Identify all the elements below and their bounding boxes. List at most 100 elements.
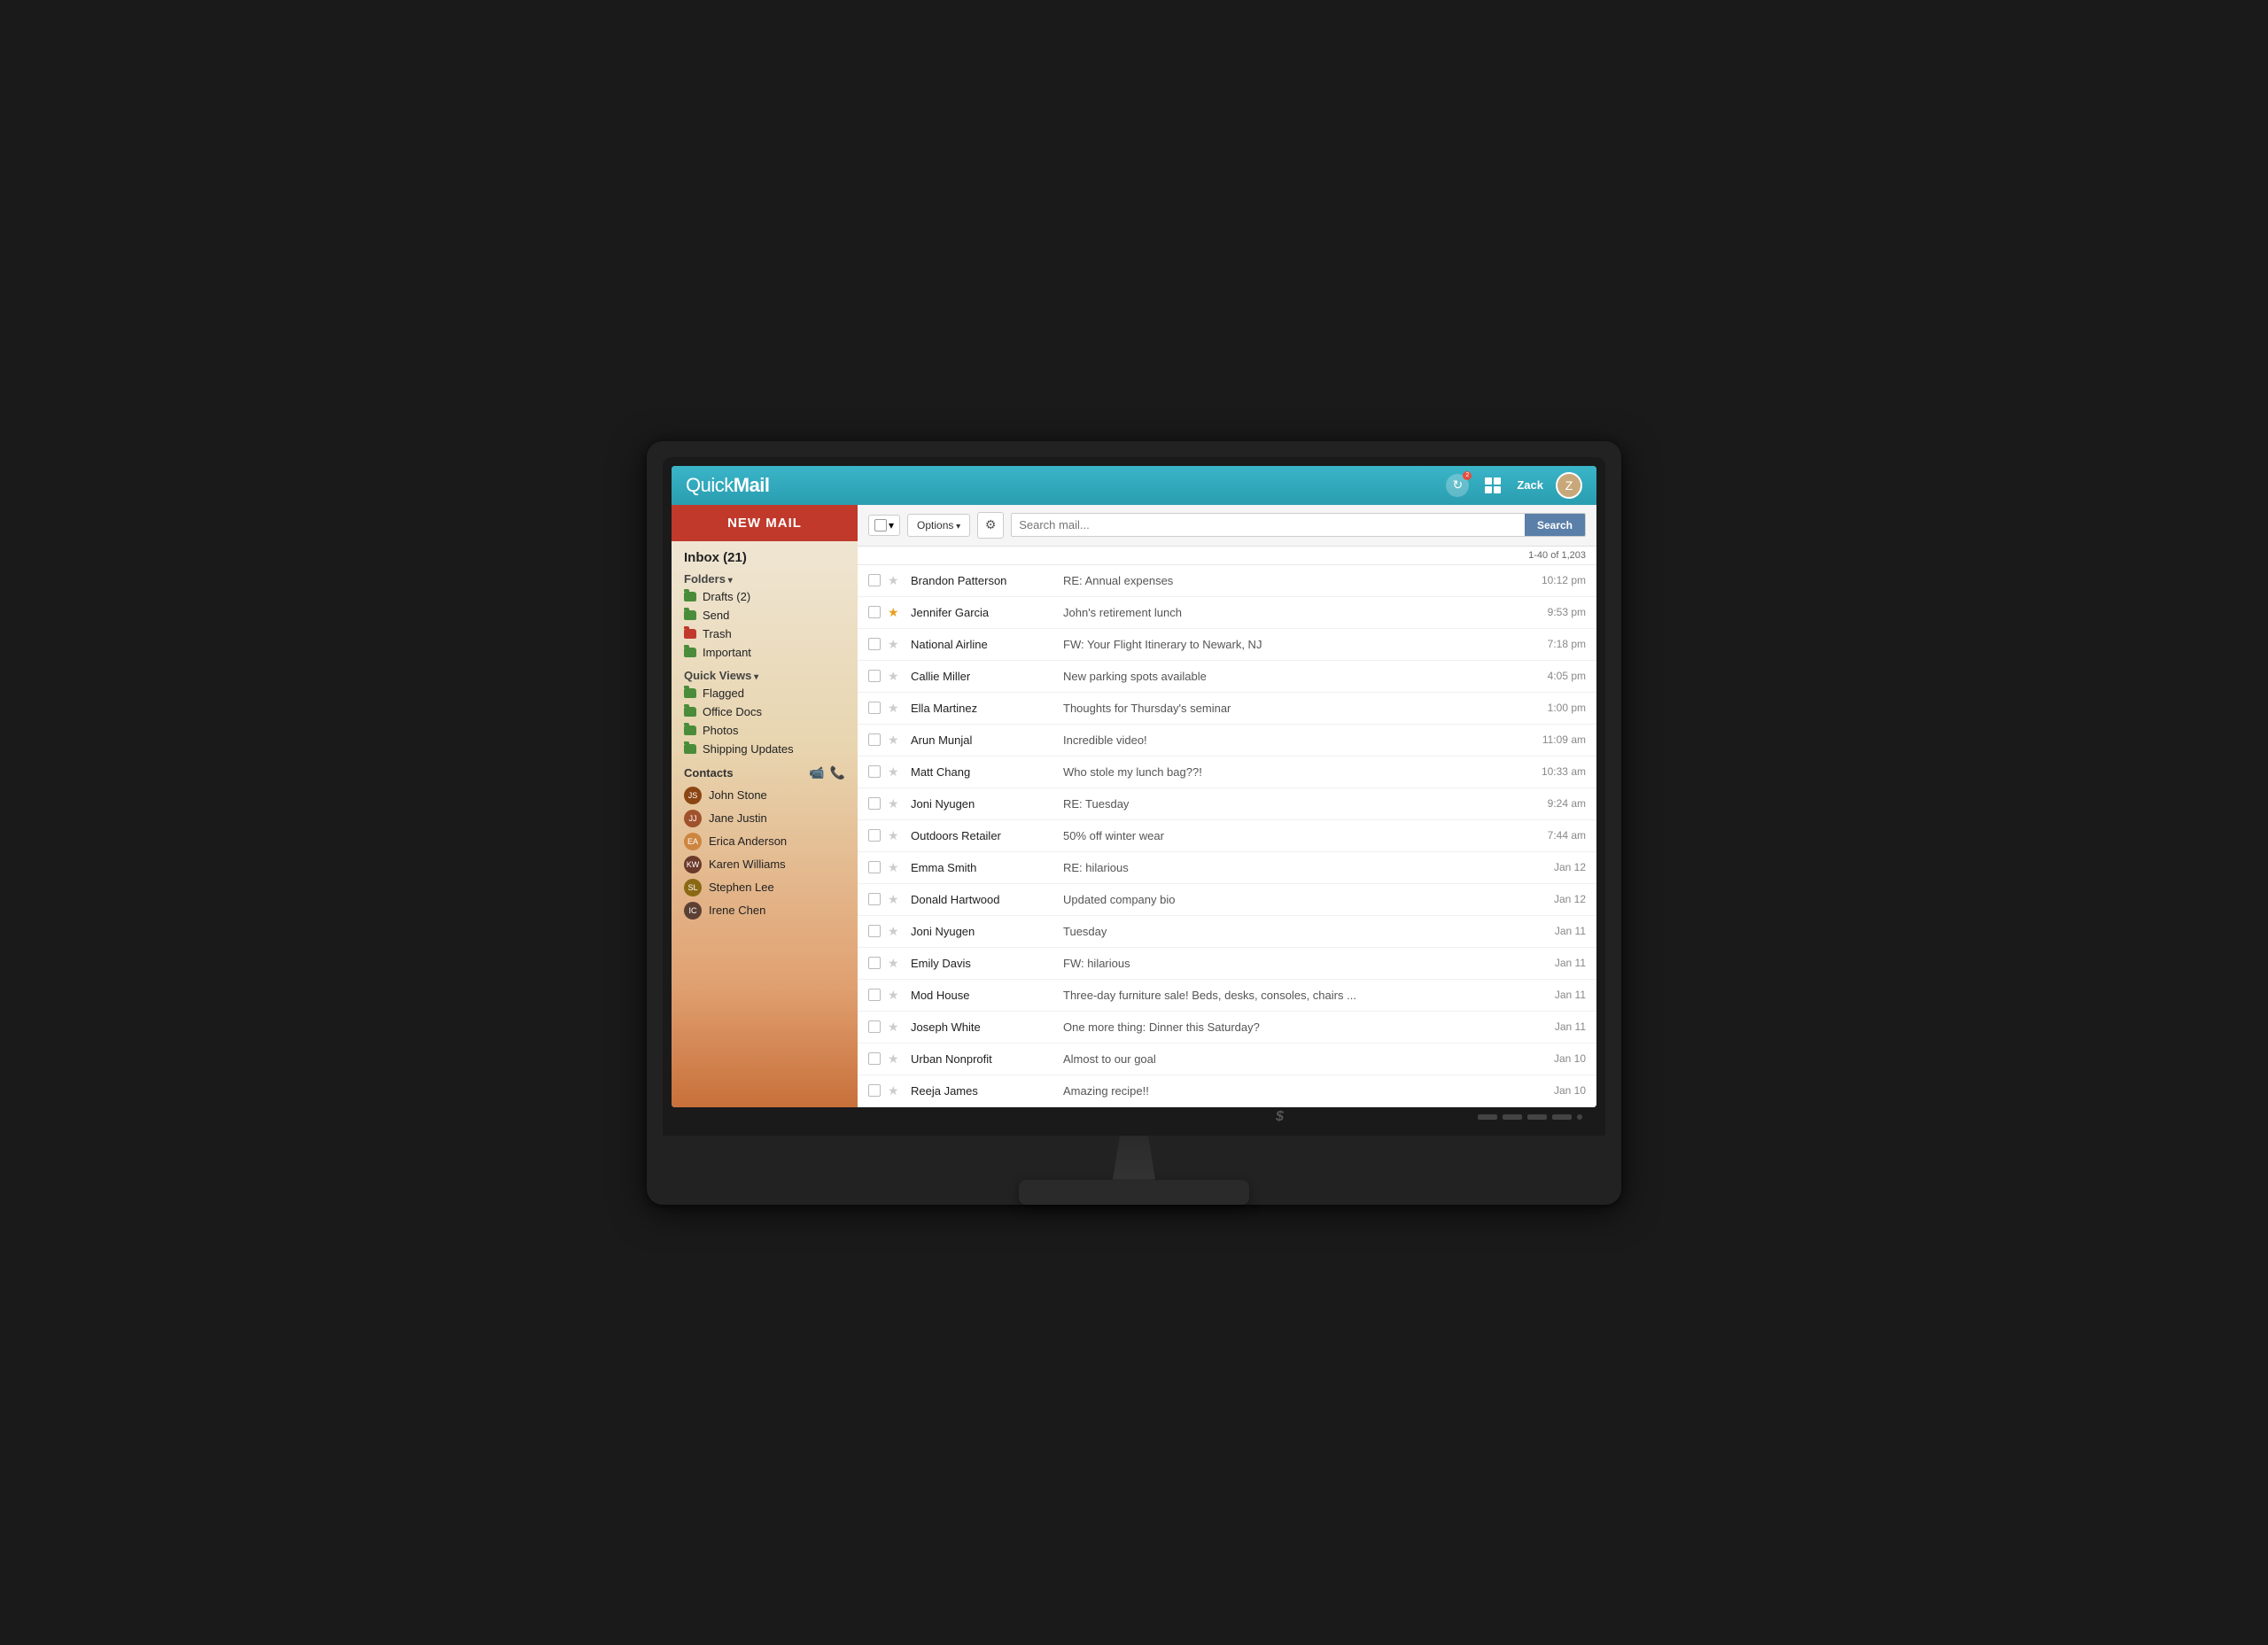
phone-icon[interactable]: 📞 [830,765,845,780]
email-row[interactable]: ★ Emma Smith RE: hilarious Jan 12 [858,852,1596,884]
search-box: Search [1011,513,1586,537]
options-button[interactable]: Options [907,514,970,537]
email-row[interactable]: ★ Callie Miller New parking spots availa… [858,661,1596,693]
email-row[interactable]: ★ Joni Nyugen RE: Tuesday 9:24 am [858,788,1596,820]
email-star[interactable]: ★ [888,988,902,1002]
quick-views-header[interactable]: Quick Views [672,662,858,684]
email-checkbox[interactable] [868,1052,881,1065]
email-star[interactable]: ★ [888,669,902,683]
email-checkbox[interactable] [868,670,881,682]
email-checkbox[interactable] [868,797,881,810]
email-checkbox[interactable] [868,861,881,873]
contact-item[interactable]: JS John Stone [672,784,858,807]
contact-item[interactable]: JJ Jane Justin [672,807,858,830]
email-checkbox[interactable] [868,765,881,778]
select-all-checkbox[interactable] [874,519,887,532]
email-date: 9:24 am [1524,797,1586,810]
monitor-btn-4[interactable] [1552,1114,1572,1120]
email-row[interactable]: ★ Matt Chang Who stole my lunch bag??! 1… [858,757,1596,788]
email-checkbox[interactable] [868,1020,881,1033]
email-row[interactable]: ★ Ella Martinez Thoughts for Thursday's … [858,693,1596,725]
email-row[interactable]: ★ Joseph White One more thing: Dinner th… [858,1012,1596,1044]
email-checkbox[interactable] [868,925,881,937]
select-all-button[interactable]: ▾ [868,515,900,536]
email-row[interactable]: ★ Donald Hartwood Updated company bio Ja… [858,884,1596,916]
sidebar-item-photos[interactable]: Photos [672,721,858,740]
sidebar-item-drafts[interactable]: Drafts (2) [672,587,858,606]
contact-item[interactable]: KW Karen Williams [672,853,858,876]
email-row[interactable]: ★ Mod House Three-day furniture sale! Be… [858,980,1596,1012]
email-row[interactable]: ★ Urban Nonprofit Almost to our goal Jan… [858,1044,1596,1075]
email-row[interactable]: ★ Reeja James Amazing recipe!! Jan 10 [858,1075,1596,1107]
email-row[interactable]: ★ Arun Munjal Incredible video! 11:09 am [858,725,1596,757]
contact-avatar: JS [684,787,702,804]
search-button[interactable]: Search [1525,514,1585,536]
folders-header[interactable]: Folders [672,569,858,587]
email-date: 7:44 am [1524,829,1586,842]
contact-name: Irene Chen [709,904,765,917]
app-logo: QuickMail [686,474,770,497]
monitor-btn-2[interactable] [1503,1114,1522,1120]
email-date: Jan 10 [1524,1084,1586,1097]
email-star[interactable]: ★ [888,733,902,747]
email-star[interactable]: ★ [888,924,902,938]
video-call-icon[interactable]: 📹 [809,765,824,780]
settings-button[interactable]: ⚙ [977,512,1004,539]
email-checkbox[interactable] [868,606,881,618]
search-input[interactable] [1012,514,1525,536]
email-subject: FW: Your Flight Itinerary to Newark, NJ [1052,638,1524,651]
sidebar-item-officedocs[interactable]: Office Docs [672,702,858,721]
email-star[interactable]: ★ [888,764,902,779]
email-star[interactable]: ★ [888,1051,902,1066]
new-mail-button[interactable]: NEW MAIL [672,505,858,541]
sidebar-item-send[interactable]: Send [672,606,858,625]
email-row[interactable]: ★ National Airline FW: Your Flight Itine… [858,629,1596,661]
email-star[interactable]: ★ [888,796,902,811]
email-star[interactable]: ★ [888,701,902,715]
inbox-label[interactable]: Inbox (21) [672,545,858,569]
email-checkbox[interactable] [868,829,881,842]
email-star[interactable]: ★ [888,1020,902,1034]
user-avatar[interactable]: Z [1556,472,1582,499]
monitor-btn-3[interactable] [1527,1114,1547,1120]
email-area: ▾ Options ⚙ Search 1-40 of 1,203 ★ [858,505,1596,1107]
monitor-btn-1[interactable] [1478,1114,1497,1120]
email-star[interactable]: ★ [888,605,902,619]
sidebar-item-photos-label: Photos [703,724,738,737]
email-row[interactable]: ★ Joni Nyugen Tuesday Jan 11 [858,916,1596,948]
email-row[interactable]: ★ Jennifer Garcia John's retirement lunc… [858,597,1596,629]
email-list: ★ Brandon Patterson RE: Annual expenses … [858,565,1596,1107]
contact-item[interactable]: IC Irene Chen [672,899,858,922]
monitor: QuickMail ↻ 2 Zack Z [647,441,1621,1205]
email-row[interactable]: ★ Brandon Patterson RE: Annual expenses … [858,565,1596,597]
email-subject: RE: hilarious [1052,861,1524,874]
email-date: 4:05 pm [1524,670,1586,682]
email-subject: Thoughts for Thursday's seminar [1052,702,1524,715]
email-star[interactable]: ★ [888,637,902,651]
refresh-button[interactable]: ↻ 2 [1446,474,1469,497]
email-checkbox[interactable] [868,702,881,714]
email-checkbox[interactable] [868,989,881,1001]
email-star[interactable]: ★ [888,1083,902,1098]
email-star[interactable]: ★ [888,892,902,906]
email-checkbox[interactable] [868,893,881,905]
grid-icon[interactable] [1481,474,1504,497]
email-checkbox[interactable] [868,957,881,969]
email-star[interactable]: ★ [888,956,902,970]
email-star[interactable]: ★ [888,860,902,874]
email-checkbox[interactable] [868,574,881,586]
email-checkbox[interactable] [868,733,881,746]
hp-logo: $ [1082,1109,1478,1125]
email-row[interactable]: ★ Emily Davis FW: hilarious Jan 11 [858,948,1596,980]
sidebar-item-shipping[interactable]: Shipping Updates [672,740,858,758]
email-star[interactable]: ★ [888,573,902,587]
email-star[interactable]: ★ [888,828,902,842]
contact-item[interactable]: EA Erica Anderson [672,830,858,853]
sidebar-item-flagged[interactable]: Flagged [672,684,858,702]
sidebar-item-trash[interactable]: Trash [672,625,858,643]
sidebar-item-important[interactable]: Important [672,643,858,662]
email-checkbox[interactable] [868,1084,881,1097]
email-checkbox[interactable] [868,638,881,650]
email-row[interactable]: ★ Outdoors Retailer 50% off winter wear … [858,820,1596,852]
contact-item[interactable]: SL Stephen Lee [672,876,858,899]
